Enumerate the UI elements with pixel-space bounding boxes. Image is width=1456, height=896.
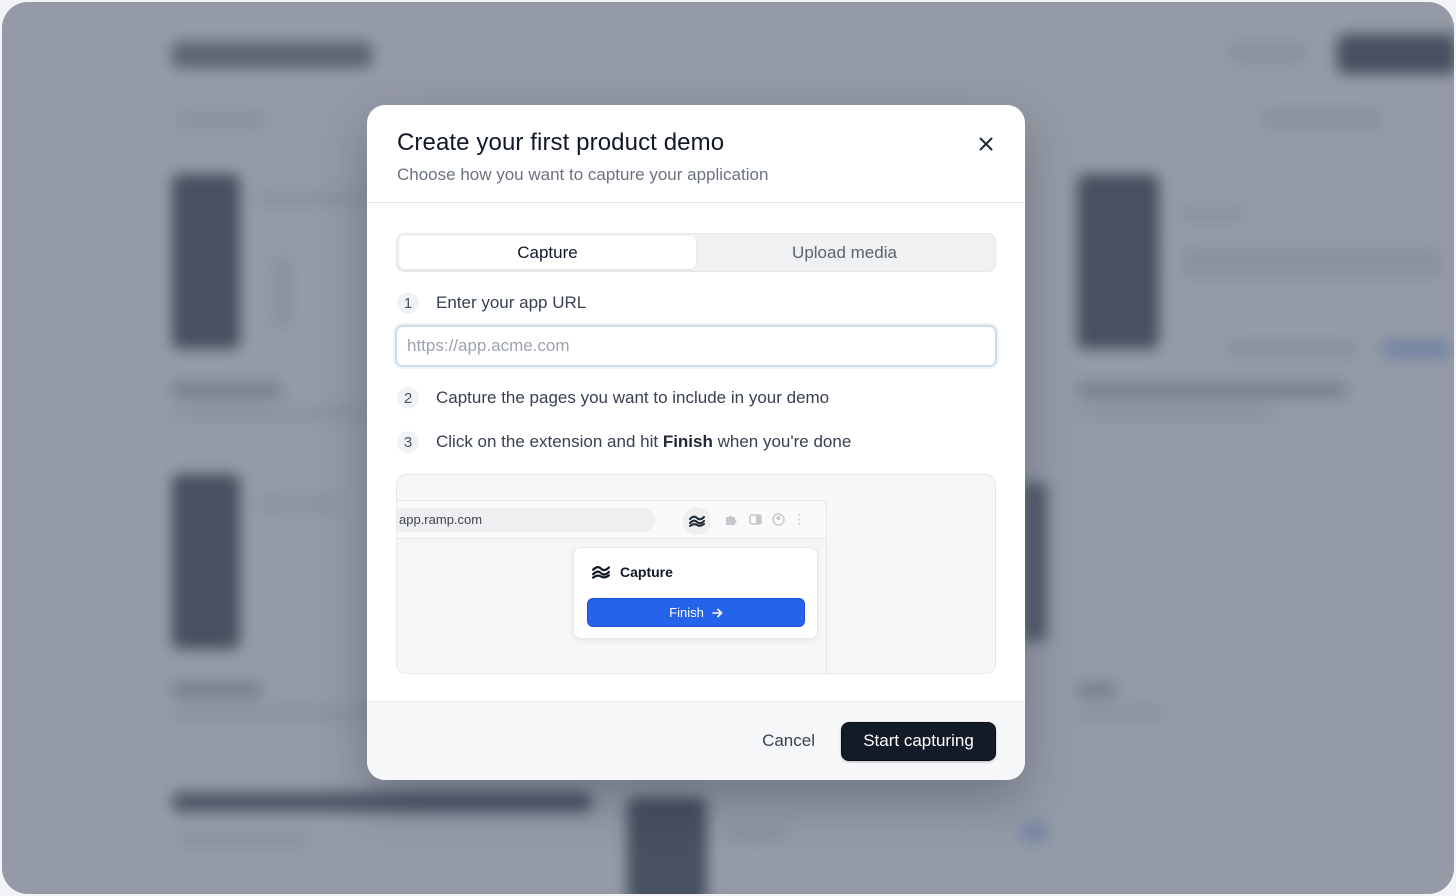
dialog-body: Capture Upload media 1 Enter your app UR… <box>367 203 1025 674</box>
step-text: Capture the pages you want to include in… <box>436 388 830 407</box>
tab-upload-media[interactable]: Upload media <box>696 236 993 269</box>
puzzle-icon <box>726 515 737 525</box>
app-url-input[interactable] <box>395 325 997 367</box>
step-text-after: when you're done <box>712 432 852 451</box>
step-3: 3 Click on the extension and hit Finish … <box>396 430 996 454</box>
close-button[interactable] <box>975 133 997 155</box>
address-bar: app.ramp.com <box>397 508 655 532</box>
step-text-before: Click on the extension and hit <box>436 432 663 451</box>
step-number: 2 <box>397 387 419 409</box>
step-1: 1 Enter your app URL <box>396 291 996 315</box>
browser-mock: app.ramp.com Capture Finish <box>397 500 827 673</box>
extension-logo-icon <box>683 507 711 535</box>
tab-capture[interactable]: Capture <box>399 236 696 269</box>
popup-title: Capture <box>620 564 673 580</box>
step-text-bold: Finish <box>662 432 713 451</box>
profile-icon <box>772 513 785 526</box>
browser-toolbar: app.ramp.com <box>397 501 826 539</box>
dialog-footer: Cancel Start capturing <box>367 701 1025 780</box>
dialog-subtitle: Choose how you want to capture your appl… <box>397 165 769 184</box>
extension-popup: Capture Finish <box>573 547 818 639</box>
popup-header: Capture <box>592 564 673 580</box>
step-number: 1 <box>397 292 419 314</box>
sidebar-icon <box>749 514 762 525</box>
finish-button: Finish <box>587 598 805 627</box>
extension-illustration: app.ramp.com Capture Finish <box>396 474 996 674</box>
step-2: 2 Capture the pages you want to include … <box>396 386 996 410</box>
create-demo-dialog: Create your first product demo Choose ho… <box>367 105 1025 780</box>
mode-tabs: Capture Upload media <box>396 233 996 272</box>
dialog-title: Create your first product demo <box>397 129 725 156</box>
start-capturing-button[interactable]: Start capturing <box>841 721 996 761</box>
step-number: 3 <box>397 431 419 453</box>
close-icon <box>979 137 993 151</box>
cancel-button[interactable]: Cancel <box>762 731 815 751</box>
step-text: Click on the extension and hit Finish wh… <box>436 432 851 452</box>
more-icon <box>797 513 801 526</box>
dialog-header: Create your first product demo Choose ho… <box>367 105 1025 203</box>
finish-label: Finish <box>669 605 704 620</box>
step-text: Enter your app URL <box>436 293 587 312</box>
capture-logo-icon <box>592 566 610 579</box>
arrow-right-icon <box>712 608 723 617</box>
